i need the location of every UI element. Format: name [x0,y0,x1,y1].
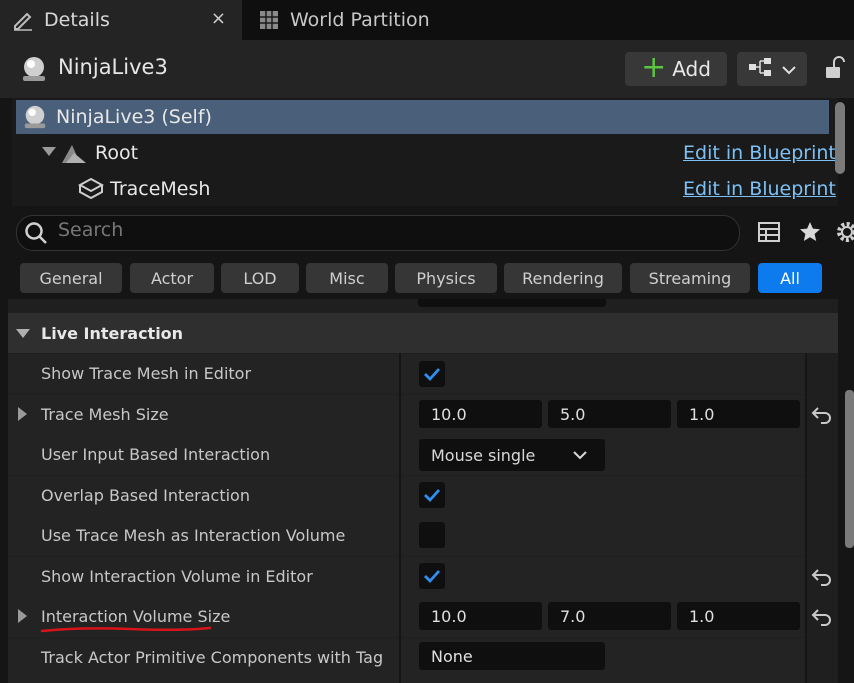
hierarchy-button[interactable] [737,52,807,86]
interaction-volume-size-x[interactable]: 10.0 [419,602,542,630]
filter-actor[interactable]: Actor [130,263,214,293]
filter-misc[interactable]: Misc [306,263,388,293]
gear-icon[interactable] [834,219,854,245]
expand-arrow-icon[interactable] [18,609,27,623]
tab-world-partition[interactable]: World Partition [246,0,506,40]
reset-to-default-icon[interactable] [810,605,834,629]
tree-item-tracemesh: TraceMesh [110,178,211,200]
chevron-down-icon [573,451,587,460]
add-component-button[interactable]: + Add [625,52,727,86]
static-mesh-icon [77,177,105,200]
scene-root-icon [60,141,88,165]
show-trace-mesh-checkbox[interactable] [419,361,445,387]
tab-world-partition-label: World Partition [290,9,430,31]
trace-mesh-size-z[interactable]: 1.0 [677,400,800,428]
collapse-arrow-icon[interactable] [16,329,30,338]
tree-item-root: Root [95,142,139,164]
category-label: Live Interaction [41,324,184,343]
trace-mesh-size-x[interactable]: 10.0 [419,400,542,428]
dropdown-value: Mouse single [431,445,536,465]
plus-icon: + [641,49,667,85]
actor-title: NinjaLive3 [58,55,168,79]
interaction-dropdown[interactable]: Mouse single [419,439,605,471]
red-underline-annotation [40,626,212,633]
filter-lod[interactable]: LOD [221,263,299,293]
filter-all[interactable]: All [758,263,822,293]
edit-in-blueprint-link[interactable]: Edit in Blueprint [683,142,836,164]
property-label: Show Trace Mesh in Editor [41,364,252,383]
lock-icon[interactable] [822,56,848,82]
tag-input[interactable]: None [419,642,605,670]
grid-icon [256,7,282,33]
checkmark-icon [424,570,441,584]
tab-details[interactable]: Details × [0,0,242,40]
checkmark-icon [424,489,441,503]
chevron-down-icon [782,60,796,79]
interaction-volume-size-z[interactable]: 1.0 [677,602,800,630]
reset-to-default-icon[interactable] [810,565,834,589]
property-label: Use Trace Mesh as Interaction Volume [41,526,346,545]
filter-rendering[interactable]: Rendering [504,263,622,293]
search-input[interactable] [16,215,740,251]
checkmark-icon [424,368,441,382]
collapse-arrow-icon[interactable] [42,147,56,156]
column-divider [805,353,807,683]
partial-field [418,299,606,307]
property-label: Overlap Based Interaction [41,486,250,505]
actor-icon [22,104,48,130]
property-label: Trace Mesh Size [41,405,169,424]
property-label: Track Actor Primitive Components with Ta… [41,648,384,667]
property-label: Show Interaction Volume in Editor [41,567,313,586]
search-icon [24,221,48,245]
property-label: User Input Based Interaction [41,445,271,464]
interaction-volume-size-y[interactable]: 7.0 [548,602,671,630]
overlap-interaction-checkbox[interactable] [419,482,445,508]
tab-details-label: Details [44,9,110,31]
reset-to-default-icon[interactable] [810,403,834,427]
trace-mesh-size-y[interactable]: 5.0 [548,400,671,428]
star-icon[interactable] [798,220,822,244]
column-divider [399,353,401,683]
tree-item-self: NinjaLive3 (Self) [56,106,212,128]
filter-general[interactable]: General [20,263,122,293]
filter-physics[interactable]: Physics [395,263,497,293]
filter-streaming[interactable]: Streaming [630,263,750,293]
edit-in-blueprint-link[interactable]: Edit in Blueprint [683,178,836,200]
actor-icon [20,55,48,83]
expand-arrow-icon[interactable] [18,407,27,421]
properties-scrollbar[interactable] [845,390,854,548]
search-placeholder: Search [58,219,124,241]
pencil-icon [10,7,36,33]
add-label: Add [672,57,711,81]
tree-scrollbar[interactable] [835,102,845,174]
use-trace-mesh-checkbox[interactable] [419,522,445,548]
hierarchy-icon [748,57,772,81]
close-icon[interactable]: × [211,8,226,29]
table-view-icon[interactable] [758,221,780,243]
show-interaction-volume-checkbox[interactable] [419,563,445,589]
